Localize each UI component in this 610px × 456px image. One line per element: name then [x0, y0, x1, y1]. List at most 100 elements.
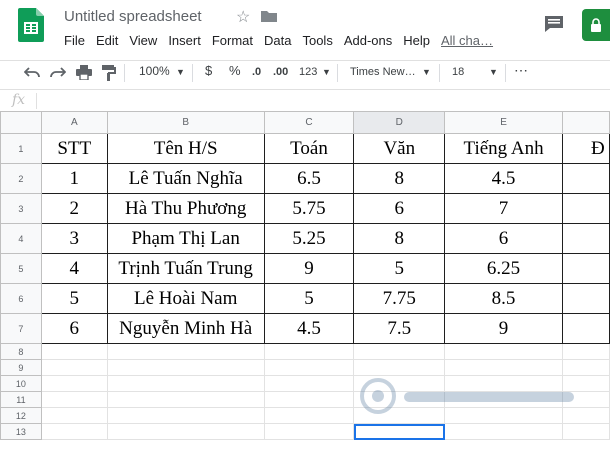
percent-button[interactable]: %: [229, 63, 241, 78]
row-header[interactable]: 8: [0, 343, 42, 360]
comment-icon[interactable]: [544, 15, 564, 33]
menu-file[interactable]: File: [64, 33, 85, 48]
table-cell[interactable]: 6.25: [444, 253, 563, 284]
menu-edit[interactable]: Edit: [96, 33, 118, 48]
table-cell[interactable]: 4.5: [444, 163, 563, 194]
redo-icon[interactable]: [50, 66, 66, 80]
document-title[interactable]: Untitled spreadsheet: [64, 8, 202, 25]
table-cell[interactable]: [353, 359, 446, 376]
table-cell[interactable]: [561, 407, 610, 424]
row-header[interactable]: 11: [0, 391, 42, 408]
table-cell[interactable]: [40, 391, 108, 408]
table-cell[interactable]: [561, 283, 610, 314]
chevron-down-icon[interactable]: ▼: [322, 67, 331, 77]
row-header[interactable]: 3: [0, 193, 42, 224]
row-header[interactable]: 13: [0, 423, 42, 440]
selected-cell[interactable]: [353, 423, 446, 440]
header-cell-math[interactable]: Toán: [263, 133, 355, 164]
table-cell[interactable]: 4: [40, 253, 108, 284]
table-cell[interactable]: 9: [444, 313, 563, 344]
column-header-b[interactable]: B: [106, 111, 265, 134]
font-size-select[interactable]: 18: [452, 66, 464, 78]
decrease-decimal-button[interactable]: .0: [252, 66, 261, 78]
table-cell[interactable]: [561, 375, 610, 392]
table-cell[interactable]: [561, 343, 610, 360]
column-header-f[interactable]: [561, 111, 610, 134]
table-cell[interactable]: [263, 375, 355, 392]
undo-icon[interactable]: [24, 66, 40, 80]
table-cell[interactable]: [353, 343, 446, 360]
table-cell[interactable]: [106, 391, 265, 408]
column-header-c[interactable]: C: [263, 111, 355, 134]
menu-help[interactable]: Help: [403, 33, 430, 48]
table-cell[interactable]: [263, 343, 355, 360]
header-cell-stt[interactable]: STT: [40, 133, 108, 164]
table-cell[interactable]: [561, 193, 610, 224]
table-cell[interactable]: [444, 343, 563, 360]
table-cell[interactable]: 2: [40, 193, 108, 224]
more-formats-button[interactable]: 123: [299, 66, 317, 78]
font-family-select[interactable]: Times New…: [350, 66, 416, 78]
table-cell[interactable]: [561, 423, 610, 440]
table-cell[interactable]: [106, 359, 265, 376]
table-cell[interactable]: [263, 359, 355, 376]
table-cell[interactable]: Hà Thu Phương: [106, 193, 265, 224]
table-cell[interactable]: Trịnh Tuấn Trung: [106, 253, 265, 284]
table-cell[interactable]: Lê Hoài Nam: [106, 283, 265, 314]
table-cell[interactable]: [263, 407, 355, 424]
table-cell[interactable]: [444, 375, 563, 392]
menu-format[interactable]: Format: [212, 33, 253, 48]
table-cell[interactable]: [106, 407, 265, 424]
table-cell[interactable]: Lê Tuấn Nghĩa: [106, 163, 265, 194]
sheets-logo-icon[interactable]: [18, 8, 44, 42]
header-cell-literature[interactable]: Văn: [353, 133, 446, 164]
table-cell[interactable]: [263, 423, 355, 440]
table-cell[interactable]: [444, 407, 563, 424]
increase-decimal-button[interactable]: .00: [273, 66, 288, 78]
table-cell[interactable]: 6: [40, 313, 108, 344]
share-button[interactable]: [582, 9, 610, 41]
table-cell[interactable]: [561, 359, 610, 376]
table-cell[interactable]: 9: [263, 253, 355, 284]
table-cell[interactable]: [106, 423, 265, 440]
table-cell[interactable]: 8: [353, 163, 446, 194]
header-cell-name[interactable]: Tên H/S: [106, 133, 265, 164]
star-icon[interactable]: ☆: [236, 7, 250, 27]
table-cell[interactable]: 8: [353, 223, 446, 254]
table-cell[interactable]: [353, 407, 446, 424]
table-cell[interactable]: [40, 423, 108, 440]
table-cell[interactable]: 5: [40, 283, 108, 314]
currency-button[interactable]: $: [205, 63, 212, 78]
table-cell[interactable]: [561, 223, 610, 254]
table-cell[interactable]: 5.25: [263, 223, 355, 254]
folder-icon[interactable]: [261, 10, 277, 22]
row-header[interactable]: 2: [0, 163, 42, 194]
menu-view[interactable]: View: [129, 33, 157, 48]
table-cell[interactable]: [353, 375, 446, 392]
chevron-down-icon[interactable]: ▼: [422, 67, 431, 77]
paint-format-icon[interactable]: [102, 65, 116, 81]
table-cell[interactable]: 6: [444, 223, 563, 254]
chevron-down-icon[interactable]: ▼: [489, 67, 498, 77]
table-cell[interactable]: Nguyễn Minh Hà: [106, 313, 265, 344]
table-cell[interactable]: 1: [40, 163, 108, 194]
column-header-e[interactable]: E: [444, 111, 563, 134]
more-icon[interactable]: ⋯: [514, 62, 528, 79]
menu-addons[interactable]: Add-ons: [344, 33, 392, 48]
table-cell[interactable]: [40, 343, 108, 360]
row-header[interactable]: 10: [0, 375, 42, 392]
row-header[interactable]: 9: [0, 359, 42, 376]
menu-tools[interactable]: Tools: [302, 33, 332, 48]
table-cell[interactable]: [40, 375, 108, 392]
row-header[interactable]: 1: [0, 133, 42, 164]
table-cell[interactable]: [106, 375, 265, 392]
menu-data[interactable]: Data: [264, 33, 291, 48]
table-cell[interactable]: [561, 313, 610, 344]
table-cell[interactable]: 7: [444, 193, 563, 224]
table-cell[interactable]: 7.5: [353, 313, 446, 344]
row-header[interactable]: 5: [0, 253, 42, 284]
table-cell[interactable]: [561, 391, 610, 408]
table-cell[interactable]: 5.75: [263, 193, 355, 224]
select-all-corner[interactable]: [0, 111, 42, 134]
zoom-select[interactable]: 100%: [139, 64, 170, 78]
